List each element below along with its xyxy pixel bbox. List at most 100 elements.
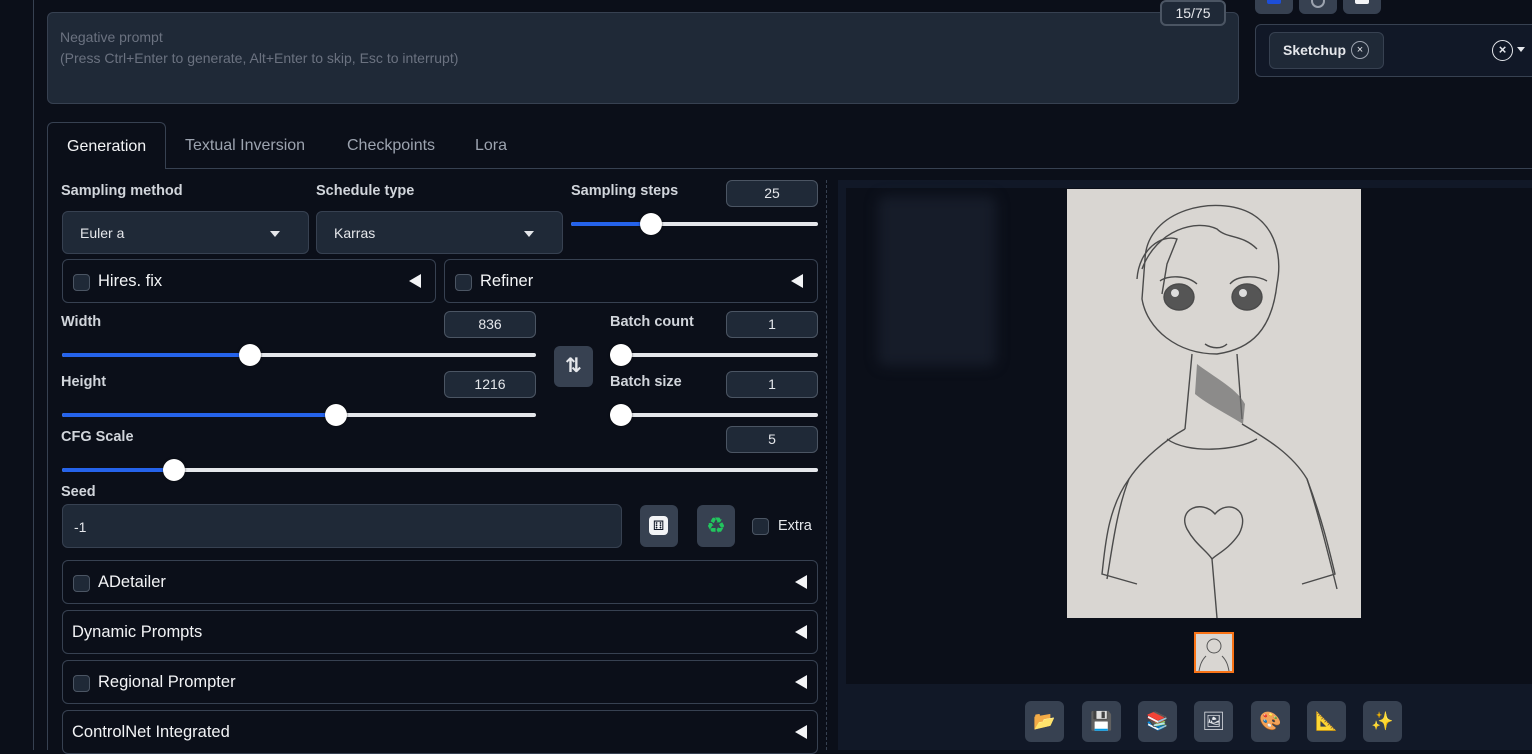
refiner-label: Refiner [480, 272, 534, 290]
sampling-steps-label: Sampling steps [571, 183, 679, 199]
slider-fill [571, 222, 651, 226]
upscale-button[interactable]: ✨ [1363, 701, 1402, 742]
expand-arrow-icon[interactable] [795, 725, 807, 739]
hires-fix-label: Hires. fix [98, 272, 163, 290]
adetailer-checkbox[interactable] [73, 575, 90, 592]
folder-icon: 📂 [1033, 711, 1056, 731]
schedule-type-value: Karras [334, 225, 376, 241]
hires-fix-accordion[interactable]: Hires. fix [62, 259, 436, 303]
open-folder-button[interactable]: 📂 [1025, 701, 1064, 742]
palette-icon: 🎨 [1259, 711, 1282, 731]
controlnet-accordion[interactable]: ControlNet Integrated [62, 710, 818, 754]
schedule-type-label: Schedule type [316, 183, 415, 199]
cfg-scale-input[interactable]: 5 [726, 426, 818, 453]
expand-arrow-icon[interactable] [409, 274, 421, 288]
regional-prompter-label: Regional Prompter [98, 673, 236, 691]
clear-styles-icon[interactable]: × [1492, 40, 1513, 61]
cfg-scale-label: CFG Scale [61, 429, 134, 445]
slider-thumb[interactable] [238, 344, 261, 366]
width-slider[interactable] [62, 344, 536, 366]
save-button[interactable]: 💾 [1082, 701, 1121, 742]
top-tool-button-3[interactable] [1343, 0, 1381, 14]
height-slider[interactable] [62, 404, 536, 426]
random-seed-button[interactable]: ⚅ [640, 505, 678, 547]
batch-count-input[interactable]: 1 [726, 311, 818, 338]
slider-thumb[interactable] [324, 404, 347, 426]
sketch-drawing [1101, 204, 1338, 618]
extra-label: Extra [778, 518, 812, 534]
token-counter: 15/75 [1160, 0, 1226, 26]
chevron-down-icon[interactable] [1517, 47, 1525, 52]
tab-lora[interactable]: Lora [456, 122, 526, 169]
refiner-accordion[interactable]: Refiner [444, 259, 818, 303]
batch-count-slider[interactable] [610, 344, 818, 366]
slider-fill [62, 353, 250, 357]
tab-generation[interactable]: Generation [47, 122, 167, 169]
gallery-thumbnail[interactable] [1194, 632, 1234, 673]
tab-checkpoints[interactable]: Checkpoints [328, 122, 454, 169]
send-to-inpaint-button[interactable]: 🎨 [1251, 701, 1290, 742]
zip-button[interactable]: 📚 [1138, 701, 1177, 742]
height-label: Height [61, 374, 107, 390]
batch-count-label: Batch count [610, 314, 694, 330]
expand-arrow-icon[interactable] [795, 625, 807, 639]
blurred-preview [878, 196, 996, 366]
height-input[interactable]: 1216 [444, 371, 536, 398]
generated-image[interactable] [1067, 189, 1361, 618]
adetailer-accordion[interactable]: ADetailer [62, 560, 818, 604]
sampling-steps-slider[interactable] [571, 213, 818, 235]
batch-size-input[interactable]: 1 [726, 371, 818, 398]
send-to-img2img-button[interactable]: 🖼 [1194, 701, 1233, 742]
style-chip-label: Sketchup [1283, 42, 1347, 58]
sparkles-icon: ✨ [1371, 711, 1394, 731]
batch-size-label: Batch size [610, 374, 682, 390]
seed-value: -1 [74, 519, 87, 535]
dynamic-prompts-accordion[interactable]: Dynamic Prompts [62, 610, 818, 654]
schedule-type-select[interactable]: Karras [316, 211, 563, 254]
slider-thumb[interactable] [610, 344, 632, 366]
chevron-down-icon [270, 231, 280, 237]
thumbnail-sketch [1198, 638, 1230, 671]
slider-fill [62, 468, 174, 472]
width-input[interactable]: 836 [444, 311, 536, 338]
tab-textual-inversion[interactable]: Textual Inversion [166, 122, 324, 169]
extra-seed-checkbox[interactable] [752, 518, 769, 535]
refiner-checkbox[interactable] [455, 274, 472, 291]
sampling-steps-input[interactable]: 25 [726, 180, 818, 207]
column-divider [826, 180, 827, 750]
controlnet-label: ControlNet Integrated [72, 723, 230, 741]
reuse-seed-button[interactable]: ♻ [697, 505, 735, 547]
slider-thumb[interactable] [162, 459, 185, 481]
sampling-method-value: Euler a [80, 225, 125, 241]
width-label: Width [61, 314, 102, 330]
seed-input[interactable]: -1 [62, 504, 622, 548]
expand-arrow-icon[interactable] [791, 274, 803, 288]
image-icon: 🖼 [1202, 711, 1225, 731]
top-tool-button-2[interactable] [1299, 0, 1337, 14]
adetailer-label: ADetailer [98, 573, 166, 591]
recycle-icon: ♻ [706, 513, 726, 538]
cfg-scale-slider[interactable] [62, 459, 818, 481]
top-tool-button-1[interactable] [1255, 0, 1293, 14]
swap-icon: ⇅ [565, 355, 582, 377]
dice-icon: ⚅ [649, 516, 668, 535]
slider-thumb[interactable] [639, 213, 662, 235]
seed-label: Seed [61, 484, 96, 500]
negative-prompt-textarea[interactable]: Negative prompt (Press Ctrl+Enter to gen… [47, 12, 1239, 104]
regional-prompter-checkbox[interactable] [73, 675, 90, 692]
regional-prompter-accordion[interactable]: Regional Prompter [62, 660, 818, 704]
chevron-down-icon [524, 231, 534, 237]
expand-arrow-icon[interactable] [795, 675, 807, 689]
ruler-icon: 📐 [1315, 711, 1338, 731]
sampling-method-label: Sampling method [61, 183, 183, 199]
sampling-method-select[interactable]: Euler a [62, 211, 309, 254]
send-to-extras-button[interactable]: 📐 [1307, 701, 1346, 742]
batch-size-slider[interactable] [610, 404, 818, 426]
hires-fix-checkbox[interactable] [73, 274, 90, 291]
page-left-border [33, 0, 34, 750]
swap-dimensions-button[interactable]: ⇅ [554, 346, 593, 387]
panel-border [47, 168, 48, 750]
remove-chip-icon[interactable]: × [1351, 41, 1369, 59]
expand-arrow-icon[interactable] [795, 575, 807, 589]
slider-thumb[interactable] [610, 404, 632, 426]
